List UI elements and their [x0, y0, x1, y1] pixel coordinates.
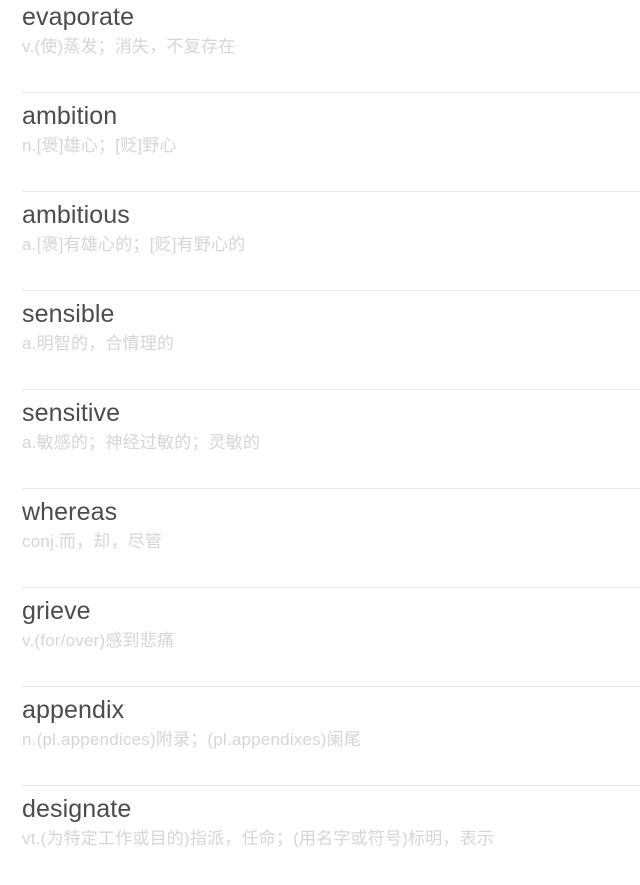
- list-item[interactable]: evaporate v.(使)蒸发；消失，不复存在: [0, 0, 640, 93]
- list-item[interactable]: designate vt.(为特定工作或目的)指派，任命；(用名字或符号)标明，…: [0, 786, 640, 885]
- list-item[interactable]: grieve v.(for/over)感到悲痛: [0, 588, 640, 687]
- word-headword: designate: [22, 795, 132, 823]
- list-item[interactable]: sensible a.明智的，合情理的: [0, 291, 640, 390]
- word-headword: ambition: [22, 102, 118, 130]
- word-definition: a.[褒]有雄心的；[贬]有野心的: [22, 235, 246, 254]
- list-item[interactable]: appendix n.(pl.appendices)附录；(pl.appendi…: [0, 687, 640, 786]
- word-definition: a.敏感的；神经过敏的；灵敏的: [22, 433, 261, 452]
- word-definition: vt.(为特定工作或目的)指派，任命；(用名字或符号)标明，表示: [22, 829, 494, 848]
- word-definition: a.明智的，合情理的: [22, 334, 175, 353]
- vocabulary-word-list[interactable]: evaporate v.(使)蒸发；消失，不复存在 ambition n.[褒]…: [0, 0, 640, 885]
- list-item[interactable]: ambition n.[褒]雄心；[贬]野心: [0, 93, 640, 192]
- word-definition: n.[褒]雄心；[贬]野心: [22, 136, 177, 155]
- word-definition: v.(使)蒸发；消失，不复存在: [22, 37, 236, 56]
- word-headword: grieve: [22, 597, 91, 625]
- word-headword: appendix: [22, 696, 125, 724]
- list-item[interactable]: sensitive a.敏感的；神经过敏的；灵敏的: [0, 390, 640, 489]
- word-headword: whereas: [22, 498, 118, 526]
- word-definition: v.(for/over)感到悲痛: [22, 631, 175, 650]
- word-headword: evaporate: [22, 3, 135, 31]
- word-headword: sensible: [22, 300, 115, 328]
- list-item[interactable]: whereas conj.而，却，尽管: [0, 489, 640, 588]
- word-headword: sensitive: [22, 399, 121, 427]
- word-headword: ambitious: [22, 201, 130, 229]
- word-definition: conj.而，却，尽管: [22, 532, 163, 551]
- list-item[interactable]: ambitious a.[褒]有雄心的；[贬]有野心的: [0, 192, 640, 291]
- word-definition: n.(pl.appendices)附录；(pl.appendixes)阑尾: [22, 730, 362, 749]
